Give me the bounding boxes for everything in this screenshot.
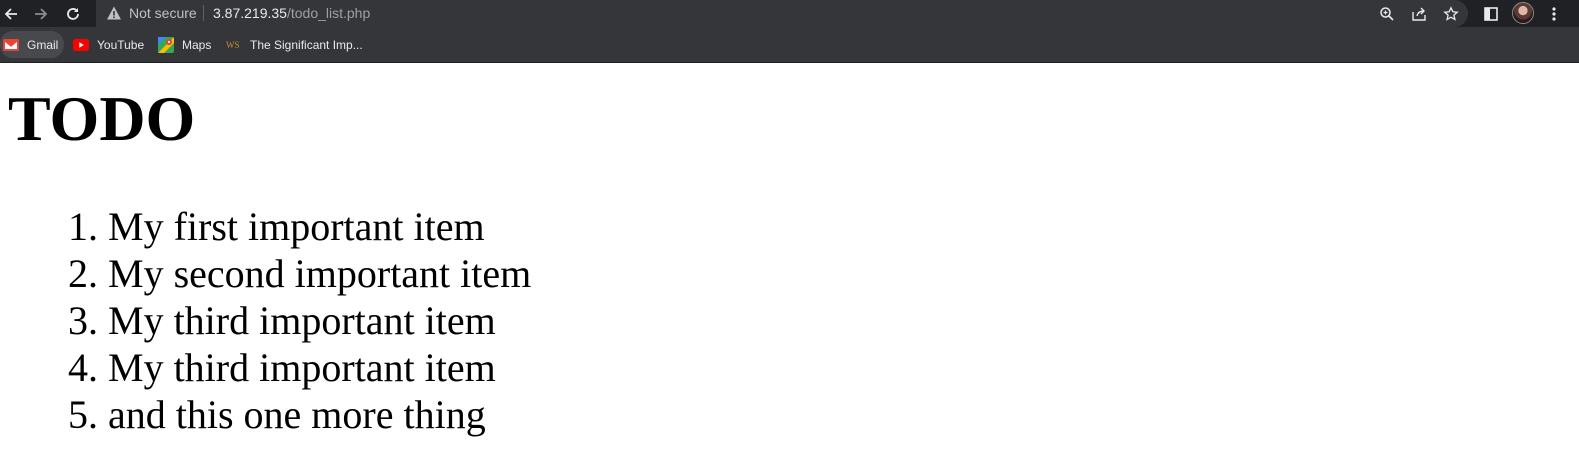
omnibox-divider (203, 5, 204, 21)
todo-item-number: 4. (68, 345, 98, 390)
bookmark-label: Gmail (27, 37, 59, 52)
warning-icon[interactable] (106, 5, 122, 21)
todo-item: 5. and this one more thing (68, 391, 531, 438)
bookmark-youtube[interactable]: YouTube (70, 31, 150, 58)
todo-item-number: 1. (68, 204, 98, 249)
bookmark-star-icon[interactable] (1440, 0, 1462, 27)
reload-icon[interactable] (62, 0, 84, 27)
svg-text:WS: WS (226, 40, 240, 50)
todo-item: 4. My third important item (68, 344, 531, 391)
ws-icon: WS (226, 37, 242, 53)
todo-item-number: 2. (68, 251, 98, 296)
todo-item-number: 3. (68, 298, 98, 343)
todo-item: 3. My third important item (68, 297, 531, 344)
bookmark-significant-imp[interactable]: WS The Significant Imp... (223, 31, 369, 58)
bookmark-label: The Significant Imp... (250, 37, 363, 52)
todo-item: 2. My second important item (68, 250, 531, 297)
todo-item-text: My third important item (108, 345, 496, 390)
todo-item-text: and this one more thing (108, 392, 486, 437)
todo-item-number: 5. (68, 392, 98, 437)
todo-item-text: My first important item (108, 204, 485, 249)
security-label[interactable]: Not secure (129, 5, 197, 21)
address-bar[interactable]: Not secure 3.87.219.35/todo_list.php (96, 0, 1468, 27)
share-icon[interactable] (1408, 0, 1430, 27)
todo-item: 1. My first important item (68, 203, 531, 250)
browser-toolbar: Not secure 3.87.219.35/todo_list.php (0, 0, 1579, 27)
maps-icon (158, 36, 174, 53)
zoom-icon[interactable] (1376, 0, 1398, 27)
page-content: TODO 1. My first important item 2. My se… (0, 63, 1579, 462)
url-host: 3.87.219.35 (213, 5, 287, 21)
kebab-menu-icon[interactable] (1544, 0, 1564, 27)
url-path: /todo_list.php (286, 5, 371, 21)
side-panel-icon[interactable] (1480, 0, 1502, 27)
back-arrow-icon[interactable] (0, 0, 22, 27)
bookmark-label: YouTube (97, 37, 145, 52)
bookmark-gmail[interactable]: Gmail (0, 31, 65, 58)
url-text[interactable]: 3.87.219.35/todo_list.php (213, 5, 370, 21)
bookmarks-bar: Gmail YouTube Maps WS The Significant Im… (0, 27, 1579, 63)
profile-avatar[interactable] (1512, 2, 1534, 24)
youtube-icon (73, 37, 89, 53)
todo-item-text: My second important item (108, 251, 532, 296)
todo-item-text: My third important item (108, 298, 496, 343)
page-title: TODO (8, 83, 196, 154)
bookmark-label: Maps (182, 37, 212, 52)
todo-list: 1. My first important item 2. My second … (68, 203, 531, 438)
bookmark-maps[interactable]: Maps (155, 31, 217, 58)
forward-arrow-icon[interactable] (30, 0, 52, 27)
gmail-icon (3, 37, 19, 53)
